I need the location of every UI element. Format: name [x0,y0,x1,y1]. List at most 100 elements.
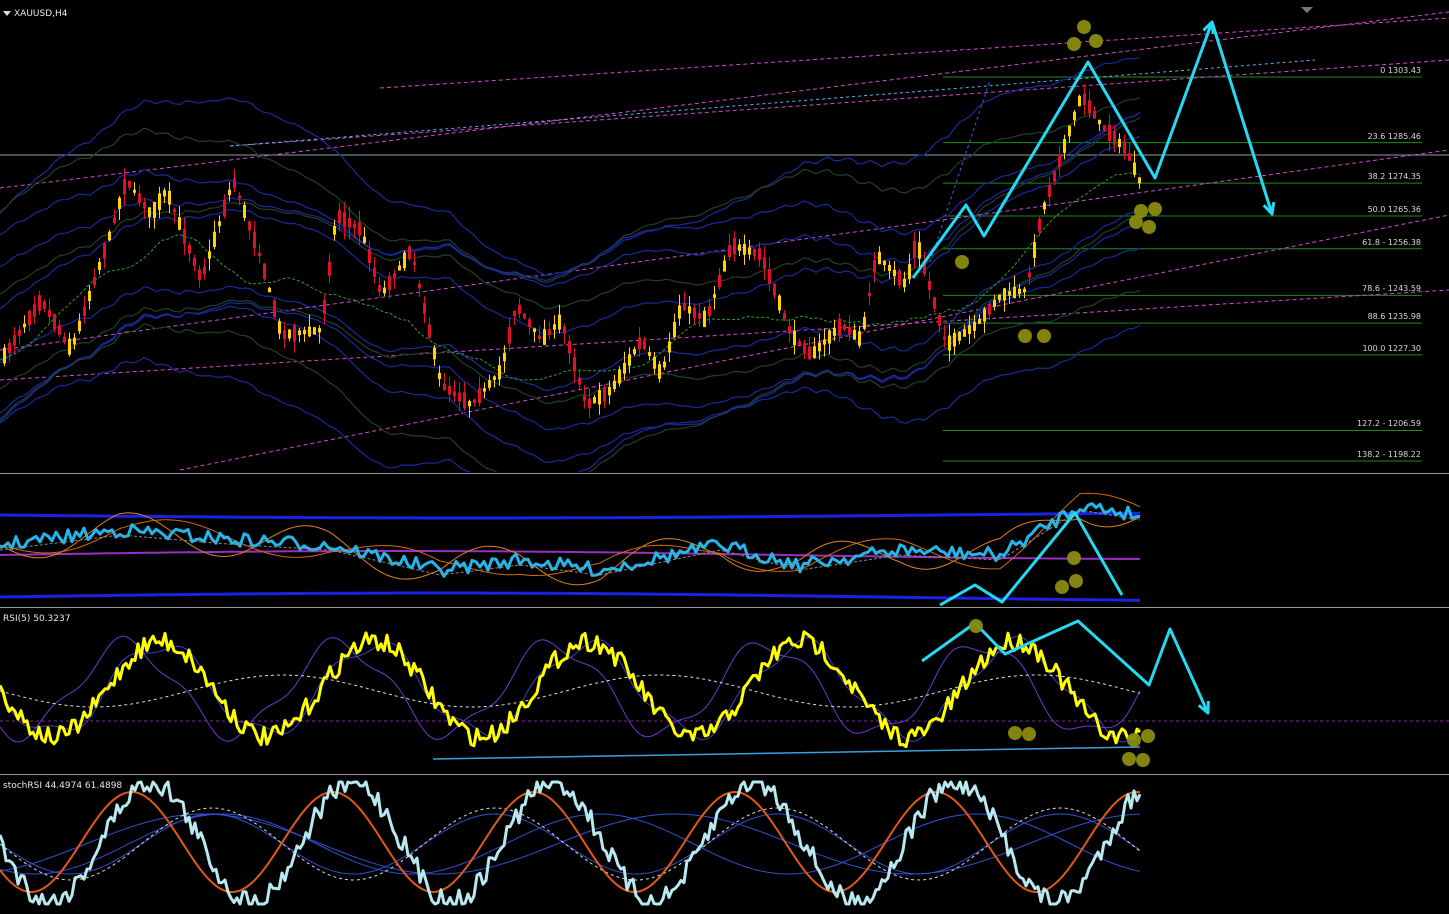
candle-body [648,352,651,356]
candle-body [198,269,201,281]
candle-body [553,324,556,330]
candle-body [193,257,196,267]
candle-body [933,297,936,309]
candle-body [693,307,696,319]
candle-body [393,273,396,278]
fib-level-label: 61.8 - 1256.38 [1362,237,1421,247]
candle-body [638,337,641,350]
marker-dot [1077,20,1091,34]
channel-line [229,59,1449,147]
candle-body [528,319,531,328]
candle-body [1003,288,1006,301]
marker-dot [1055,580,1069,594]
candle-body [618,369,621,384]
candle-body [908,263,911,280]
channel-line [0,11,1449,189]
price-pane[interactable]: XAUUSD,H4 0 1303.43 23.6 1285.46 38.2 1274… [0,0,1449,472]
price-chart[interactable] [0,0,1449,472]
candle-body [863,317,866,329]
marker-dot [1127,733,1141,747]
candle-body [33,304,36,317]
candle-body [163,190,166,197]
candle-body [283,330,286,340]
marker-dot [1067,551,1081,565]
candle-body [358,222,361,236]
candle-body [1123,142,1126,154]
candle-body [58,324,61,336]
candle-body [898,270,901,286]
candle-body [743,243,746,255]
candle-body [378,285,381,292]
candle-body [793,330,796,346]
stochrsi-band-line [0,813,1141,875]
collapse-arrow-icon[interactable] [3,11,11,16]
candle-body [18,329,21,337]
candle-body [1058,154,1061,168]
marker-dot [1148,202,1162,216]
candle-body [73,337,76,345]
candle-body [763,257,766,269]
fib-level-label: 138.2 - 1198.22 [1357,450,1421,459]
chart-title: XAUUSD,H4 [3,9,68,19]
candle-body [563,326,566,334]
candle-body [123,178,126,195]
candle-body [173,208,176,213]
candle-body [873,260,876,273]
candle-body [1053,170,1056,182]
rsi-projection-arrow [921,619,1210,714]
scroll-marker-icon [1301,7,1313,13]
stochrsi-pane[interactable]: stochRSI 44.4974 61.4898 [0,776,1449,914]
pane-separator[interactable] [0,774,1449,775]
candle-body [773,283,776,296]
candle-body [583,395,586,401]
pane-separator[interactable] [0,473,1449,474]
candle-body [758,248,761,261]
channel-line [0,289,1449,381]
candle-body [398,265,401,271]
candle-body [303,330,306,335]
candle-body [48,309,51,317]
bands-pane[interactable] [0,475,1449,606]
candle-body [263,263,266,280]
candle-body [698,313,701,319]
candle-body [483,388,486,392]
candle-body [93,276,96,286]
marker-dot [1142,220,1156,234]
candle-body [578,377,581,385]
rsi-indicator[interactable] [0,609,1449,773]
candle-body [683,303,686,311]
candle-body [258,252,261,256]
upper-band-line [0,511,1140,520]
candle-body [383,287,386,294]
bands-indicator[interactable] [0,475,1449,606]
candle-body [138,193,141,204]
oscillator-line [0,512,1141,586]
candle-body [708,305,711,317]
rsi-pane[interactable]: RSI(5) 50.3237 [0,609,1449,773]
stochrsi-signal-line [0,807,1141,881]
candle-body [843,325,846,330]
pane-separator[interactable] [0,607,1449,608]
candle-body [603,387,606,402]
candle-body [388,275,391,291]
candle-body [1133,162,1136,175]
candle-body [543,329,546,345]
candle-body [478,388,481,404]
candle-body [273,300,276,317]
candle-body [548,329,551,335]
candle-body [333,225,336,235]
candle-body [113,216,116,224]
candle-body [238,195,241,199]
candle-body [858,331,861,346]
candle-body [503,352,506,362]
candle-body [823,339,826,345]
fib-level-label: 127.2 - 1206.59 [1357,419,1421,429]
candle-body [1083,94,1086,105]
candle-body [668,341,671,353]
stochrsi-indicator[interactable] [0,776,1449,914]
candle-body [1033,242,1036,258]
stochrsi-d-line [0,791,1141,893]
candle-body [373,267,376,277]
candle-body [78,320,81,332]
candle-body [308,326,311,337]
